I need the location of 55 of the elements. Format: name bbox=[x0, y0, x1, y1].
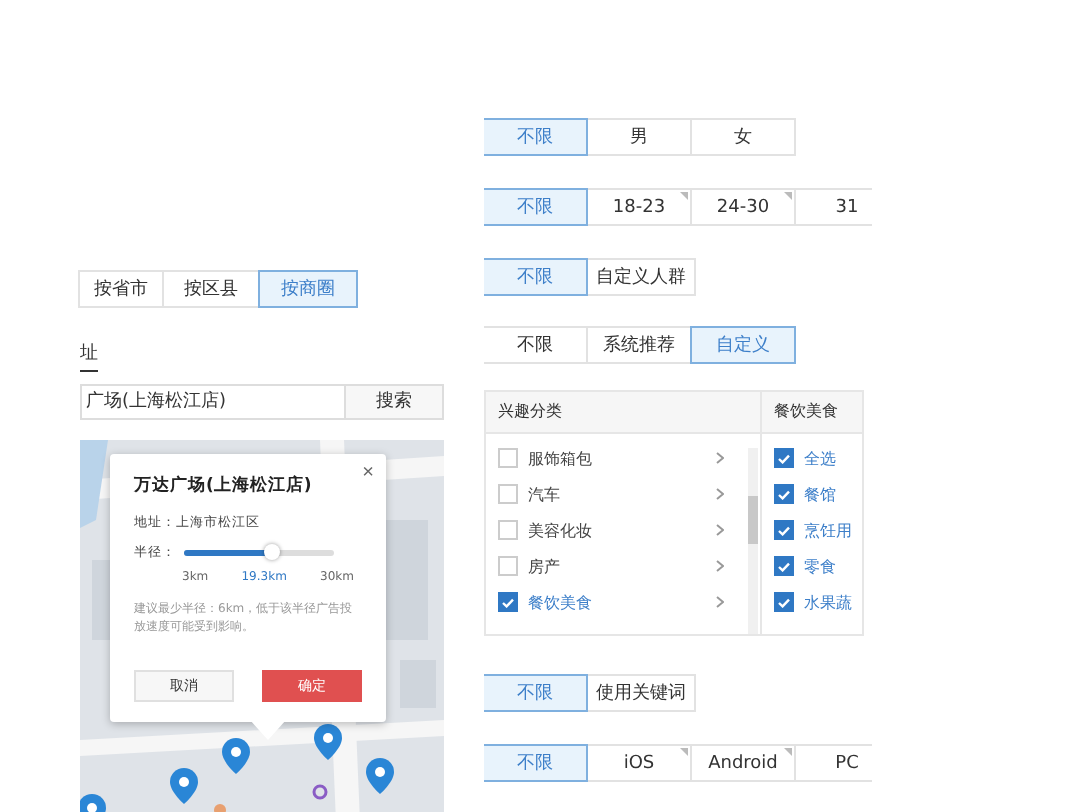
option-tab[interactable]: Android bbox=[690, 744, 796, 782]
chevron-icon bbox=[716, 524, 724, 536]
category-item[interactable]: 汽车 bbox=[528, 483, 560, 505]
option-tab[interactable]: 自定义人群 bbox=[586, 258, 696, 296]
chevron-icon bbox=[716, 596, 724, 608]
option-tab[interactable]: 31 bbox=[794, 188, 872, 226]
checkbox[interactable] bbox=[774, 484, 794, 504]
option-tab[interactable]: 女 bbox=[690, 118, 796, 156]
option-tab[interactable]: 不限 bbox=[484, 118, 588, 156]
scrollbar[interactable] bbox=[748, 448, 758, 634]
category-item[interactable]: 餐饮美食 bbox=[528, 591, 592, 613]
close-button[interactable]: × bbox=[362, 461, 374, 484]
checkbox[interactable] bbox=[774, 556, 794, 576]
category-item[interactable]: 服饰箱包 bbox=[528, 447, 592, 469]
subcategory-item[interactable]: 零食 bbox=[804, 555, 836, 577]
checkbox[interactable] bbox=[498, 448, 518, 468]
option-tab[interactable]: 按区县 bbox=[162, 270, 260, 308]
search-field[interactable]: 广场(上海松江店) bbox=[80, 384, 344, 420]
option-tab[interactable]: 24-30 bbox=[690, 188, 796, 226]
field-label: 址 bbox=[80, 340, 98, 372]
column-header: 兴趣分类 bbox=[486, 392, 760, 434]
subcategory-item[interactable]: 烹饪用 bbox=[804, 519, 852, 541]
category-item[interactable]: 房产 bbox=[528, 555, 560, 577]
option-tab[interactable]: 按商圈 bbox=[258, 270, 358, 308]
chevron-icon bbox=[716, 452, 724, 464]
category-item[interactable]: 美容化妆 bbox=[528, 519, 592, 541]
column-header: 餐饮美食 bbox=[762, 392, 862, 434]
option-tab[interactable]: iOS bbox=[586, 744, 692, 782]
search-button[interactable]: 搜索 bbox=[344, 384, 444, 420]
option-tab[interactable]: 使用关键词 bbox=[586, 674, 696, 712]
checkbox[interactable] bbox=[498, 592, 518, 612]
option-tab[interactable]: 系统推荐 bbox=[586, 326, 692, 364]
checkbox[interactable] bbox=[774, 592, 794, 612]
subcategory-item[interactable]: 餐馆 bbox=[804, 483, 836, 505]
checkbox[interactable] bbox=[498, 556, 518, 576]
option-tab[interactable]: 不限 bbox=[484, 188, 588, 226]
checkbox[interactable] bbox=[498, 520, 518, 540]
option-tab[interactable]: PC bbox=[794, 744, 872, 782]
option-tab[interactable]: 按省市 bbox=[78, 270, 164, 308]
option-tab[interactable]: 18-23 bbox=[586, 188, 692, 226]
radius-slider[interactable] bbox=[184, 549, 334, 556]
place-title: 万达广场(上海松江店) bbox=[134, 473, 314, 498]
option-tab[interactable]: 不限 bbox=[484, 674, 588, 712]
subcategory-item[interactable]: 全选 bbox=[804, 447, 836, 469]
chevron-icon bbox=[716, 488, 724, 500]
option-tab[interactable]: 不限 bbox=[484, 326, 588, 364]
checkbox[interactable] bbox=[774, 448, 794, 468]
option-tab[interactable]: 自定义 bbox=[690, 326, 796, 364]
chevron-icon bbox=[716, 560, 724, 572]
option-tab[interactable]: 不限 bbox=[484, 744, 588, 782]
checkbox[interactable] bbox=[774, 520, 794, 540]
option-tab[interactable]: 男 bbox=[586, 118, 692, 156]
subcategory-item[interactable]: 水果蔬 bbox=[804, 591, 852, 613]
checkbox[interactable] bbox=[498, 484, 518, 504]
option-tab[interactable]: 不限 bbox=[484, 258, 588, 296]
